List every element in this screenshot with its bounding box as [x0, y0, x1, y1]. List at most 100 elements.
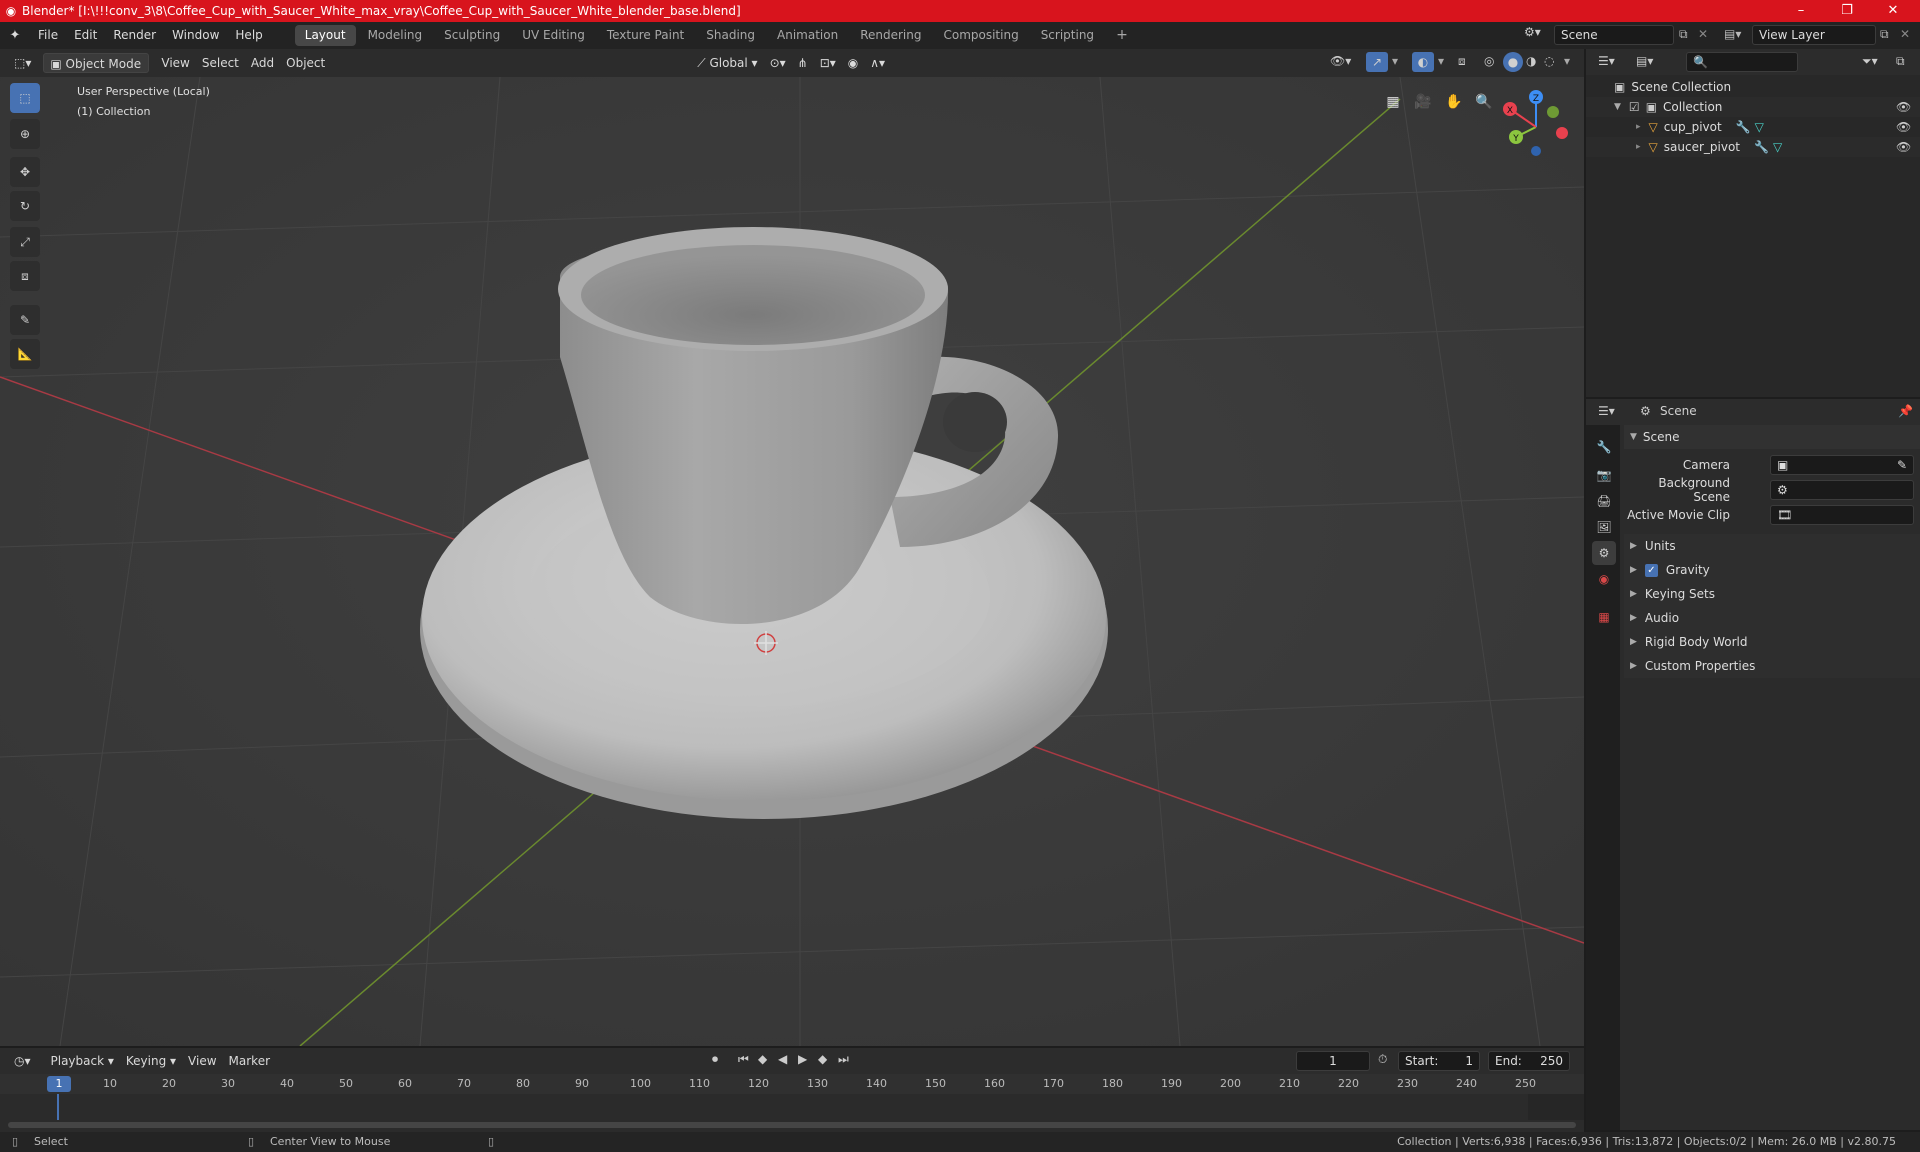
- pan-view-button[interactable]: ✋: [1441, 89, 1467, 115]
- overlays-dropdown-icon[interactable]: ▾: [1438, 54, 1444, 68]
- menu-select[interactable]: Select: [196, 53, 245, 73]
- wireframe-shading-icon[interactable]: ◎: [1484, 54, 1494, 68]
- properties-editor-type-icon[interactable]: ☰▾: [1598, 404, 1615, 418]
- tab-texture-paint[interactable]: Texture Paint: [597, 25, 694, 46]
- prev-keyframe-icon[interactable]: ◆: [758, 1052, 767, 1066]
- outliner-row-saucer-pivot[interactable]: ▸ ▽ saucer_pivot 🔧 ▽ 👁: [1586, 137, 1920, 157]
- next-keyframe-icon[interactable]: ◆: [818, 1052, 827, 1066]
- navigation-gizmo[interactable]: Z Y X: [1496, 87, 1580, 171]
- gizmo-dropdown-icon[interactable]: ▾: [1392, 54, 1398, 68]
- tab-rendering[interactable]: Rendering: [850, 25, 931, 46]
- outliner-row-scene-collection[interactable]: ▣ Scene Collection: [1586, 77, 1920, 97]
- scale-tool[interactable]: ⤢: [10, 227, 40, 257]
- rigid-body-panel-header[interactable]: ▶ Rigid Body World: [1624, 630, 1920, 654]
- tab-layout[interactable]: Layout: [294, 25, 356, 46]
- pin-icon[interactable]: 📌: [1898, 404, 1913, 418]
- active-movie-clip-field[interactable]: 🎞: [1770, 505, 1914, 525]
- tab-animation[interactable]: Animation: [767, 25, 848, 46]
- play-icon[interactable]: ▶: [798, 1052, 807, 1066]
- collection-visibility-icon[interactable]: 👁: [1896, 100, 1911, 114]
- timeline-scrollbar[interactable]: [8, 1122, 1576, 1128]
- menu-view[interactable]: View: [155, 53, 195, 73]
- timeline-editor-type-icon[interactable]: ◷▾: [8, 1051, 37, 1071]
- view-layer-selector-icon[interactable]: ▤▾: [1724, 27, 1741, 41]
- menu-file[interactable]: File: [30, 22, 66, 49]
- add-workspace-button[interactable]: +: [1106, 25, 1138, 46]
- editor-type-icon[interactable]: ⬚▾: [8, 53, 37, 73]
- new-collection-icon[interactable]: ⧉: [1896, 54, 1905, 69]
- modifier-icon[interactable]: 🔧: [1754, 140, 1769, 154]
- rotate-tool[interactable]: ↻: [10, 191, 40, 221]
- tab-scripting[interactable]: Scripting: [1031, 25, 1104, 46]
- outliner-row-cup-pivot[interactable]: ▸ ▽ cup_pivot 🔧 ▽ 👁: [1586, 117, 1920, 137]
- new-view-layer-icon[interactable]: ⧉: [1880, 27, 1889, 42]
- cup-visibility-icon[interactable]: 👁: [1896, 120, 1911, 134]
- frame-ruler[interactable]: 1 10 20 30 40 50 60 70 80 90 100 110 120…: [0, 1074, 1584, 1094]
- blender-menu-icon[interactable]: ✦: [0, 28, 30, 43]
- shading-dropdown-icon[interactable]: ▾: [1564, 54, 1570, 68]
- modifier-icon[interactable]: 🔧: [1736, 120, 1751, 134]
- mesh-data-icon[interactable]: ▽: [1755, 120, 1764, 134]
- gravity-panel-header[interactable]: ▶ ✓ Gravity: [1624, 558, 1920, 582]
- play-reverse-icon[interactable]: ◀: [778, 1052, 787, 1066]
- menu-object[interactable]: Object: [280, 53, 331, 73]
- display-mode-icon[interactable]: ▤▾: [1636, 54, 1653, 68]
- menu-marker[interactable]: Marker: [223, 1051, 276, 1071]
- outliner-row-collection[interactable]: ▼ ☑ ▣ Collection 👁: [1586, 97, 1920, 117]
- transform-tool[interactable]: ⧈: [10, 261, 40, 291]
- menu-keying[interactable]: Keying ▾: [120, 1051, 182, 1071]
- tab-texture[interactable]: ▦: [1592, 605, 1616, 629]
- camera-field[interactable]: ▣ ✎: [1770, 455, 1914, 475]
- menu-help[interactable]: Help: [227, 22, 270, 49]
- measure-tool[interactable]: 📐: [10, 339, 40, 369]
- playhead-frame[interactable]: 1: [47, 1076, 71, 1092]
- expand-arrow-icon[interactable]: ▼: [1614, 102, 1621, 112]
- tab-view-layer[interactable]: 🖼: [1592, 515, 1616, 539]
- expand-arrow-icon[interactable]: ▸: [1636, 122, 1641, 132]
- jump-start-icon[interactable]: ⏮: [738, 1052, 749, 1067]
- pivot-point-icon[interactable]: ⊙▾: [764, 53, 792, 73]
- expand-arrow-icon[interactable]: ▸: [1636, 142, 1641, 152]
- tab-world[interactable]: ◉: [1592, 567, 1616, 591]
- xray-icon[interactable]: ⧈: [1458, 54, 1466, 69]
- audio-panel-header[interactable]: ▶ Audio: [1624, 606, 1920, 630]
- outliner-search-input[interactable]: 🔍: [1686, 52, 1798, 72]
- units-panel-header[interactable]: ▶ Units: [1624, 534, 1920, 558]
- tab-shading[interactable]: Shading: [696, 25, 765, 46]
- snap-icon[interactable]: ⋔: [792, 53, 814, 73]
- scene-field[interactable]: Scene: [1554, 25, 1674, 45]
- background-scene-field[interactable]: ⚙: [1770, 480, 1914, 500]
- jump-end-icon[interactable]: ⏭: [838, 1052, 849, 1067]
- collection-checkbox-icon[interactable]: ☑: [1629, 100, 1640, 114]
- eyedropper-icon[interactable]: ✎: [1897, 456, 1907, 474]
- material-shading-icon[interactable]: ◑: [1526, 54, 1536, 68]
- scene-panel-header[interactable]: ▼ Scene: [1624, 425, 1920, 449]
- tab-scene[interactable]: ⚙: [1592, 541, 1616, 565]
- outliner-editor-type-icon[interactable]: ☰▾: [1598, 54, 1615, 68]
- filter-icon[interactable]: ⏷▾: [1862, 54, 1878, 69]
- menu-playback[interactable]: Playback ▾: [45, 1051, 120, 1071]
- maximize-button[interactable]: ❐: [1824, 0, 1870, 22]
- object-mode-dropdown[interactable]: ▣ Object Mode ▾: [43, 53, 150, 91]
- rendered-shading-icon[interactable]: ◌: [1544, 54, 1554, 68]
- tab-sculpting[interactable]: Sculpting: [434, 25, 510, 46]
- keying-sets-panel-header[interactable]: ▶ Keying Sets: [1624, 582, 1920, 606]
- menu-add[interactable]: Add: [245, 53, 280, 73]
- tab-output[interactable]: 🖨: [1592, 489, 1616, 513]
- current-frame-field[interactable]: 1: [1296, 1051, 1370, 1071]
- move-tool[interactable]: ✥: [10, 157, 40, 187]
- minimize-button[interactable]: –: [1778, 0, 1824, 22]
- 3d-viewport[interactable]: User Perspective (Local) (1) Collection …: [0, 77, 1584, 1046]
- proportional-edit-icon[interactable]: ◉: [842, 53, 864, 73]
- overlays-toggle-icon[interactable]: ◐: [1412, 52, 1434, 72]
- tab-render[interactable]: 📷: [1592, 463, 1616, 487]
- menu-edit[interactable]: Edit: [66, 22, 105, 49]
- menu-view[interactable]: View: [182, 1051, 222, 1071]
- solid-shading-icon[interactable]: ●: [1503, 52, 1523, 72]
- new-scene-icon[interactable]: ⧉: [1679, 27, 1688, 42]
- toggle-camera-ortho-button[interactable]: ▦: [1380, 89, 1406, 115]
- annotate-tool[interactable]: ✎: [10, 305, 40, 335]
- zoom-view-button[interactable]: 🔍: [1471, 89, 1497, 115]
- stopwatch-icon[interactable]: ⏱: [1378, 1052, 1387, 1067]
- select-box-tool[interactable]: ⬚: [10, 83, 40, 113]
